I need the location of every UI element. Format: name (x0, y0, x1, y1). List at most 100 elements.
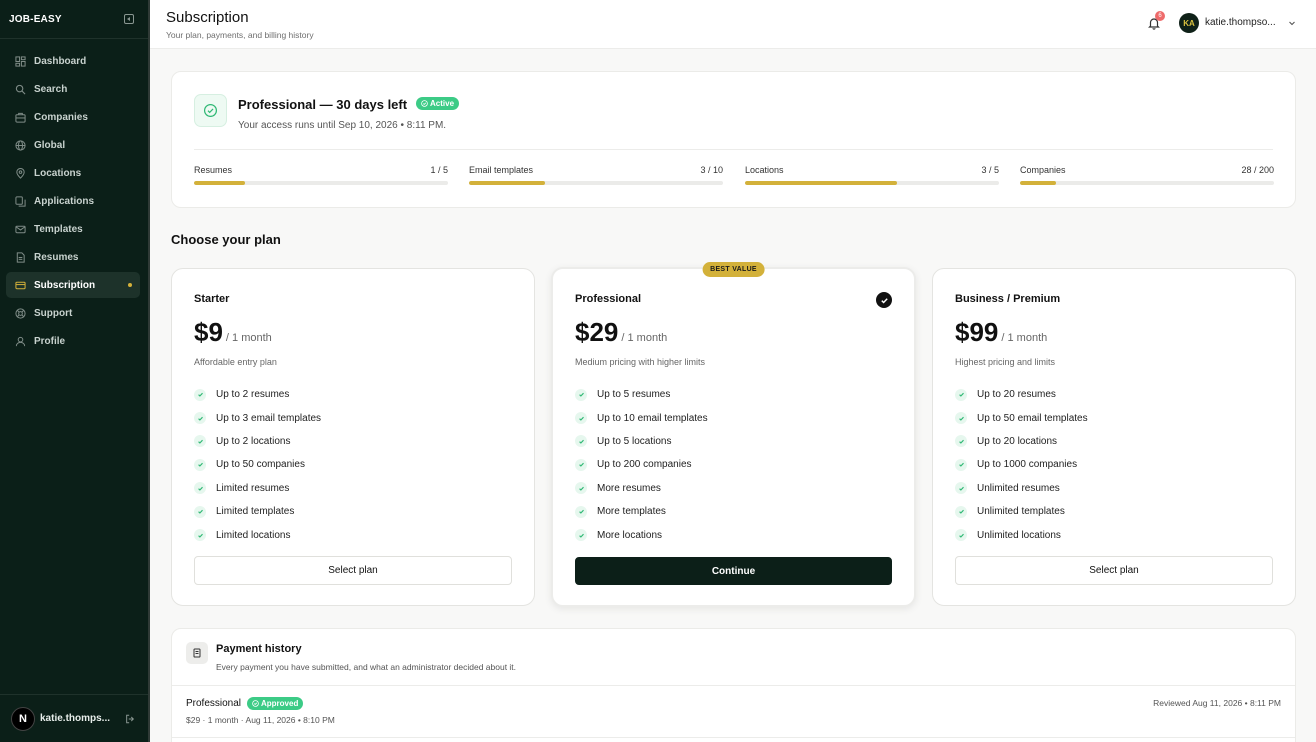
sidebar-item-label: Search (34, 83, 68, 95)
price-period: / 1 month (225, 332, 272, 344)
check-icon (575, 458, 587, 471)
price-amount: $29 (575, 317, 619, 347)
avatar[interactable]: N (11, 706, 35, 731)
map-pin-icon (16, 167, 25, 179)
feature-label: More resumes (597, 482, 661, 494)
sidebar-item-label: Subscription (34, 279, 96, 291)
check-icon (194, 458, 206, 471)
feature-label: Limited locations (216, 529, 291, 541)
sidebar-item-subscription[interactable]: Subscription (6, 272, 140, 298)
sidebar-item-profile[interactable]: Profile (6, 328, 140, 354)
feature-item: Up to 5 resumes (575, 383, 708, 406)
feature-item: Limited locations (194, 523, 321, 546)
feature-label: Unlimited locations (977, 529, 1061, 541)
building-icon (15, 112, 26, 123)
check-icon (955, 435, 967, 448)
divider (172, 685, 1295, 686)
section-title-choose-plan: Choose your plan (171, 232, 281, 247)
feature-label: Limited resumes (216, 482, 290, 494)
brand-logo[interactable]: JOB-EASY (9, 14, 62, 25)
usage-label: Email templates (469, 165, 534, 175)
feature-label: Up to 3 email templates (216, 412, 322, 424)
sidebar-user: N katie.thomps... (0, 694, 148, 742)
collapse-sidebar-icon[interactable] (124, 14, 134, 24)
select-plan-button[interactable]: Select plan (194, 556, 512, 585)
sidebar: JOB-EASY Dashboard Search Companies Glob… (0, 0, 150, 742)
plan-description: Medium pricing with higher limits (575, 357, 706, 367)
feature-label: Up to 2 resumes (216, 389, 290, 401)
feature-item: Up to 20 locations (955, 430, 1088, 453)
payment-history-subtitle: Every payment you have submitted, and wh… (216, 662, 517, 672)
divider (172, 737, 1295, 738)
feature-label: More templates (597, 506, 666, 518)
feature-label: More locations (597, 529, 663, 541)
feature-label: Up to 5 locations (597, 435, 672, 447)
usage-label: Resumes (194, 165, 233, 175)
usage-bar (469, 181, 723, 185)
feature-list: Up to 20 resumes Up to 50 email templates… (955, 383, 1088, 547)
credit-card-icon (15, 281, 26, 289)
usage-value: 28 / 200 (1241, 165, 1274, 175)
usage-bar-fill (469, 181, 546, 185)
feature-label: Up to 50 email templates (977, 412, 1088, 424)
feature-label: Up to 10 email templates (597, 412, 708, 424)
feature-item: Unlimited resumes (955, 477, 1088, 500)
feature-label: Up to 50 companies (216, 459, 305, 471)
check-icon (575, 435, 587, 448)
sidebar-item-search[interactable]: Search (6, 76, 140, 102)
sidebar-item-label: Companies (34, 111, 88, 123)
select-plan-button[interactable]: Select plan (955, 556, 1273, 585)
check-icon (194, 482, 206, 495)
payment-history-title: Payment history (216, 643, 302, 655)
page-title: Subscription (166, 9, 249, 26)
plan-description: Affordable entry plan (194, 357, 277, 367)
feature-item: Limited templates (194, 500, 321, 523)
status-badge-label: Active (430, 99, 455, 108)
check-icon (955, 505, 967, 518)
sidebar-item-support[interactable]: Support (6, 300, 140, 326)
sidebar-item-applications[interactable]: Applications (6, 188, 140, 214)
logout-icon[interactable] (125, 714, 135, 724)
check-icon (955, 388, 967, 401)
lifebuoy-icon (15, 307, 26, 319)
sidebar-item-label: Resumes (34, 251, 79, 263)
sidebar-username: katie.thomps... (40, 713, 111, 724)
feature-item: More resumes (575, 477, 708, 500)
sidebar-item-resumes[interactable]: Resumes (6, 244, 140, 270)
feature-label: Limited templates (216, 506, 295, 518)
user-menu-name[interactable]: katie.thompso... (1205, 17, 1276, 28)
dashboard-icon (15, 55, 26, 67)
sidebar-item-companies[interactable]: Companies (6, 104, 140, 130)
sidebar-item-global[interactable]: Global (6, 132, 140, 158)
active-indicator (128, 283, 132, 287)
plan-status-icon-box (194, 94, 227, 127)
top-header: Subscription Your plan, payments, and bi… (150, 0, 1316, 49)
feature-item: Up to 50 companies (194, 453, 321, 476)
feature-list: Up to 5 resumes Up to 10 email templates U… (575, 383, 708, 547)
check-circle-icon (252, 700, 259, 707)
usage-label: Locations (745, 165, 784, 175)
plan-card-title: Professional (575, 293, 642, 305)
current-plan-card: Professional — 30 days left Active Your … (171, 71, 1296, 208)
sidebar-item-templates[interactable]: Templates (6, 216, 140, 242)
price-period: / 1 month (621, 332, 668, 344)
feature-label: Up to 20 locations (977, 435, 1058, 447)
access-until-text: Your access runs until Sep 10, 2026 • 8:… (238, 120, 447, 131)
payment-row-meta: $29 · 1 month · Aug 11, 2026 • 8:10 PM (186, 715, 335, 725)
feature-item: Up to 2 resumes (194, 383, 321, 406)
check-icon (575, 529, 587, 542)
chevron-down-icon[interactable] (1288, 19, 1296, 27)
user-avatar[interactable]: KA (1179, 13, 1199, 33)
continue-button[interactable]: Continue (575, 557, 892, 585)
check-icon (955, 458, 967, 471)
check-icon (194, 505, 206, 518)
sidebar-item-label: Templates (34, 223, 83, 235)
feature-label: Up to 200 companies (597, 459, 692, 471)
sidebar-item-locations[interactable]: Locations (6, 160, 140, 186)
sidebar-nav: Dashboard Search Companies Global Locati… (0, 39, 148, 354)
sidebar-item-dashboard[interactable]: Dashboard (6, 48, 140, 74)
check-icon (194, 529, 206, 542)
globe-icon (15, 139, 26, 151)
plan-card-business-premium: Business / Premium $99 / 1 month Highest… (932, 268, 1296, 606)
payment-history-card: Payment history Every payment you have s… (171, 628, 1296, 742)
